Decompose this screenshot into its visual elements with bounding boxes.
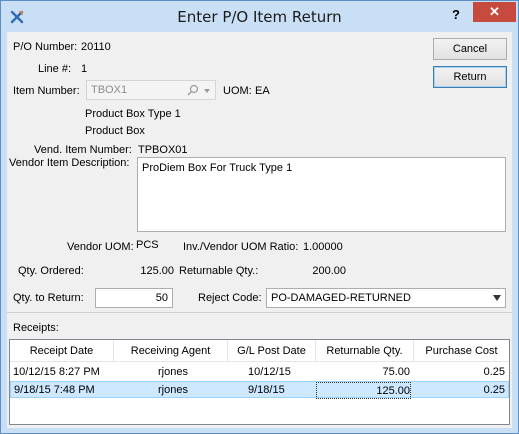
vendor-item-number-label: Vend. Item Number:: [34, 144, 132, 156]
item-description-1: Product Box Type 1: [85, 108, 181, 120]
column-header-returnable-qty[interactable]: Returnable Qty.: [316, 340, 414, 362]
cell-gl-date: 9/18/15: [248, 384, 285, 396]
vendor-item-description-value: ProDiem Box For Truck Type 1: [142, 162, 293, 174]
qty-to-return-value: 50: [155, 292, 168, 304]
cell-purchase-cost: 0.25: [483, 366, 505, 378]
qty-ordered-value: 125.00: [140, 265, 174, 277]
column-header-purchase-cost[interactable]: Purchase Cost: [414, 340, 509, 362]
uom-ratio-value: 1.00000: [303, 241, 343, 253]
uom-label: UOM:: [223, 85, 252, 97]
cell-gl-date: 10/12/15: [248, 366, 291, 378]
returnable-qty-value: 200.00: [312, 265, 346, 277]
title-bar[interactable]: Enter P/O Item Return ? ✕: [1, 1, 518, 32]
line-label: Line #:: [38, 63, 72, 75]
item-number-value: TBOX1: [91, 84, 128, 96]
vendor-uom-label: Vendor UOM:: [67, 241, 134, 253]
column-header-gl-post-date[interactable]: G/L Post Date: [228, 340, 316, 362]
column-header-receipt-date[interactable]: Receipt Date: [10, 340, 114, 362]
vendor-item-description-label: Vendor Item Description:: [9, 157, 130, 169]
po-number-value: 20110: [81, 41, 111, 53]
chevron-down-icon[interactable]: [204, 89, 210, 93]
item-number-label: Item Number:: [13, 85, 80, 97]
close-button[interactable]: ✕: [473, 2, 516, 22]
table-row-selected[interactable]: 9/18/15 7:48 PM rjones 9/18/15 125.00 0.…: [10, 381, 509, 399]
qty-to-return-input[interactable]: 50: [95, 288, 173, 308]
cell-returnable-qty: 75.00: [382, 366, 410, 378]
reject-code-label: Reject Code:: [198, 292, 262, 304]
table-row[interactable]: 10/12/15 8:27 PM rjones 10/12/15 75.00 0…: [10, 364, 509, 381]
returnable-qty-label: Returnable Qty.:: [179, 265, 259, 277]
reject-code-value: PO-DAMAGED-RETURNED: [271, 292, 411, 304]
column-header-receiving-agent[interactable]: Receiving Agent: [114, 340, 228, 362]
search-icon[interactable]: [187, 84, 199, 96]
reject-code-select[interactable]: PO-DAMAGED-RETURNED: [266, 288, 506, 308]
qty-ordered-label: Qty. Ordered:: [18, 265, 84, 277]
receipts-label: Receipts:: [13, 322, 59, 334]
cell-purchase-cost: 0.25: [483, 384, 505, 396]
uom-ratio-label: Inv./Vendor UOM Ratio:: [183, 241, 299, 253]
window-title: Enter P/O Item Return: [177, 8, 342, 26]
cell-returnable-qty[interactable]: 125.00: [316, 382, 411, 399]
item-description-2: Product Box: [85, 125, 145, 137]
line-value: 1: [81, 63, 88, 75]
uom-value: EA: [255, 85, 270, 97]
receipts-table[interactable]: Receipt Date Receiving Agent G/L Post Da…: [9, 339, 510, 425]
cell-receipt-date: 9/18/15 7:48 PM: [14, 384, 95, 396]
separator: [7, 312, 512, 313]
dialog-body: P/O Number: 20110 Line #: 1 Cancel Retur…: [7, 32, 512, 428]
help-button[interactable]: ?: [445, 5, 467, 25]
vendor-item-number-value: TPBOX01: [138, 144, 188, 156]
chevron-down-icon: [493, 295, 501, 301]
return-button[interactable]: Return: [433, 66, 507, 88]
item-number-field[interactable]: TBOX1: [86, 80, 216, 100]
dialog-window: Enter P/O Item Return ? ✕ P/O Number: 20…: [0, 0, 519, 434]
cell-agent: rjones: [158, 384, 188, 396]
cancel-button[interactable]: Cancel: [433, 38, 507, 60]
vendor-uom-value: PCS: [136, 239, 159, 251]
qty-to-return-label: Qty. to Return:: [13, 292, 84, 304]
table-header: Receipt Date Receiving Agent G/L Post Da…: [10, 340, 509, 362]
po-number-label: P/O Number:: [13, 41, 78, 53]
cell-receipt-date: 10/12/15 8:27 PM: [13, 366, 100, 378]
vendor-item-description-field[interactable]: ProDiem Box For Truck Type 1: [137, 157, 506, 232]
cell-agent: rjones: [158, 366, 188, 378]
